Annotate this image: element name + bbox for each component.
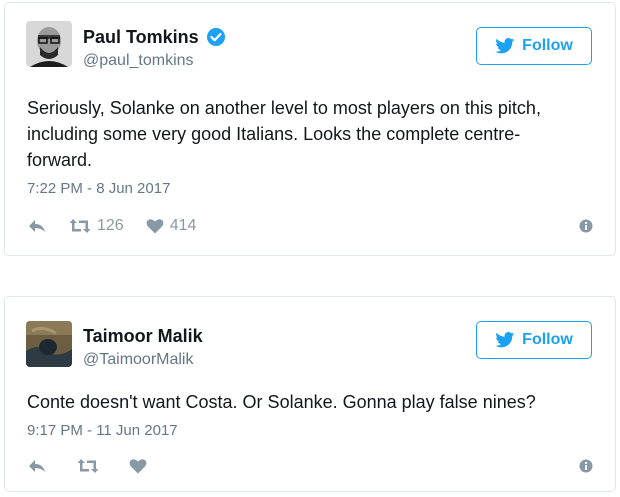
info-button[interactable]	[579, 219, 593, 233]
tweet-text: Seriously, Solanke on another level to m…	[27, 98, 541, 171]
info-button[interactable]	[579, 459, 593, 473]
heart-icon	[129, 459, 147, 474]
tweet-actions	[27, 455, 593, 477]
reply-button[interactable]	[27, 458, 47, 474]
info-icon	[579, 459, 593, 473]
reply-button[interactable]	[27, 218, 47, 234]
verified-badge-icon	[206, 27, 226, 47]
author-block: Paul Tomkins @paul_tomkins	[83, 25, 226, 70]
author-name[interactable]: Taimoor Malik	[83, 326, 203, 347]
author-handle[interactable]: @TaimoorMalik	[83, 351, 203, 369]
tweet-text: Conte doesn't want Costa. Or Solanke. Go…	[27, 392, 536, 412]
retweet-button[interactable]	[77, 458, 99, 474]
follow-button[interactable]: Follow	[476, 321, 592, 359]
like-button[interactable]: 414	[146, 217, 197, 235]
tweet-timestamp[interactable]: 7:22 PM - 8 Jun 2017	[27, 180, 170, 197]
avatar[interactable]	[26, 21, 72, 67]
twitter-bird-icon	[495, 38, 515, 54]
heart-icon	[146, 219, 164, 234]
like-button[interactable]	[129, 458, 147, 474]
author-handle[interactable]: @paul_tomkins	[83, 52, 226, 70]
reply-icon	[29, 220, 45, 232]
retweet-button[interactable]: 126	[69, 217, 124, 235]
info-icon	[579, 219, 593, 233]
author-name[interactable]: Paul Tomkins	[83, 27, 199, 48]
like-count: 414	[169, 217, 197, 234]
twitter-bird-icon	[495, 332, 515, 348]
retweet-icon	[77, 459, 99, 473]
tweet-card: Taimoor Malik @TaimoorMalik Follow Conte…	[4, 296, 616, 492]
tweet-actions: 126 414	[27, 215, 593, 237]
follow-label: Follow	[522, 37, 573, 54]
tweet-timestamp[interactable]: 9:17 PM - 11 Jun 2017	[27, 422, 178, 439]
author-block: Taimoor Malik @TaimoorMalik	[83, 324, 203, 369]
retweet-count: 126	[97, 217, 124, 234]
follow-button[interactable]: Follow	[476, 27, 592, 65]
follow-label: Follow	[522, 331, 573, 348]
tweet-card: Paul Tomkins @paul_tomkins Follow Seriou…	[4, 2, 616, 256]
reply-icon	[29, 460, 45, 472]
retweet-icon	[69, 219, 91, 233]
avatar[interactable]	[26, 321, 72, 367]
